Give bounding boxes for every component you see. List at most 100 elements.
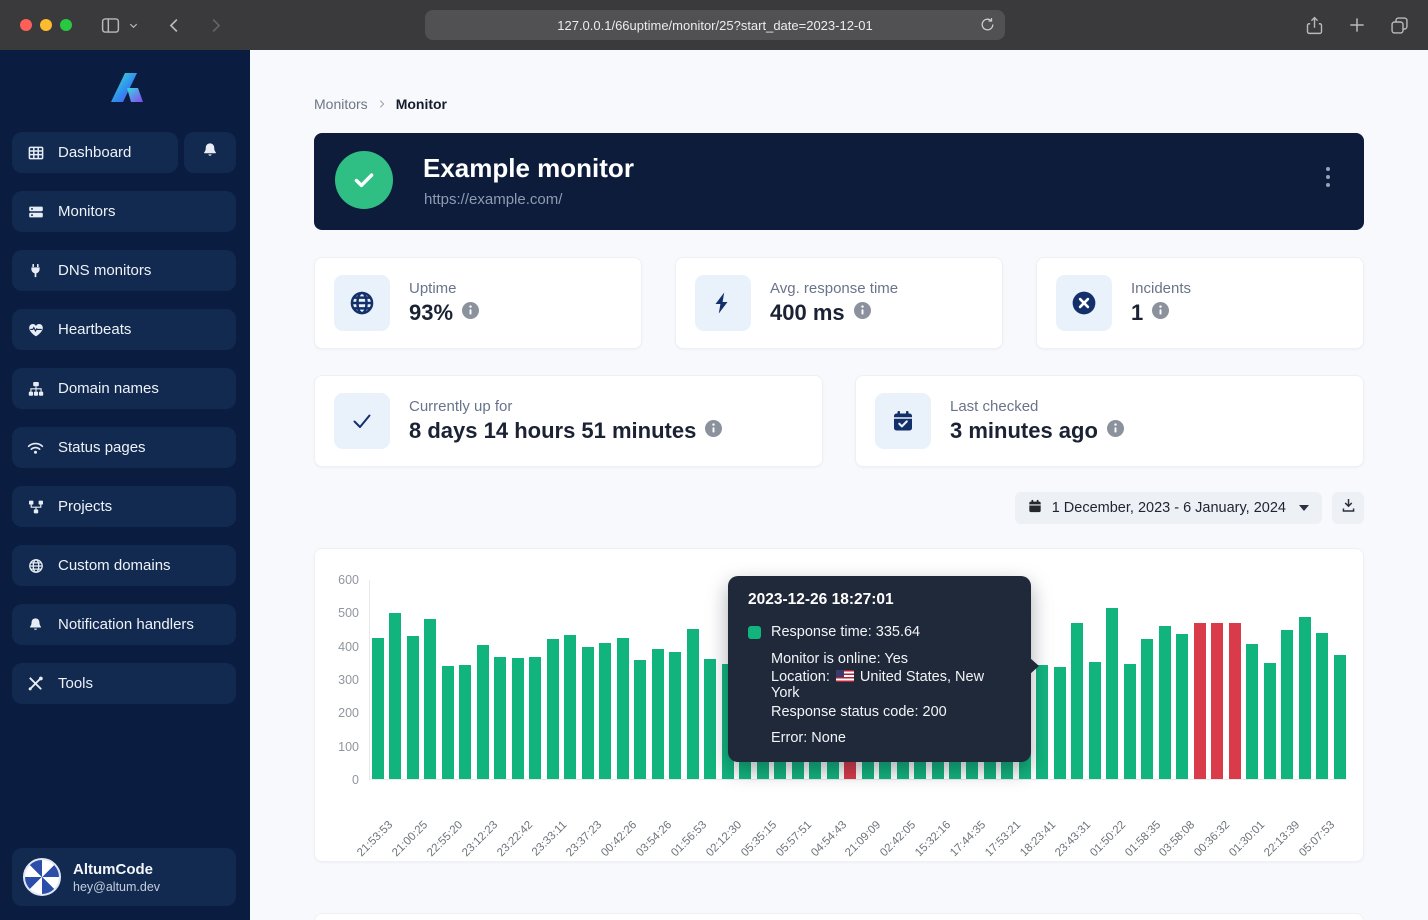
forward-button[interactable]: [206, 16, 225, 35]
window-controls: [20, 19, 72, 31]
chart-bar[interactable]: [669, 652, 681, 779]
sidebar-item-dns-monitors[interactable]: DNS monitors: [12, 250, 236, 291]
sidebar-item-status-pages[interactable]: Status pages: [12, 427, 236, 468]
x-tick-label: 02:12:30: [704, 819, 744, 859]
chart-bar[interactable]: [389, 613, 401, 779]
chart-bar[interactable]: [582, 647, 594, 779]
zoom-window-button[interactable]: [60, 19, 72, 31]
y-axis: 0100200300400500600: [315, 580, 359, 780]
info-icon[interactable]: [462, 302, 479, 324]
chart-bar[interactable]: [1036, 665, 1048, 779]
back-button[interactable]: [165, 16, 184, 35]
monitor-menu-button[interactable]: [1326, 167, 1330, 187]
chart-bar[interactable]: [652, 649, 664, 779]
share-icon[interactable]: [1304, 15, 1325, 36]
breadcrumb-monitors-link[interactable]: Monitors: [314, 96, 368, 112]
sidebar-toggle-icon[interactable]: [100, 15, 121, 36]
download-chart-button[interactable]: [1332, 492, 1364, 524]
chart-bar[interactable]: [599, 643, 611, 779]
info-icon[interactable]: [854, 302, 871, 324]
tooltip-online: Monitor is online: Yes: [771, 651, 908, 667]
chart-bar[interactable]: [704, 659, 716, 779]
chart-bar[interactable]: [1281, 630, 1293, 779]
app-logo[interactable]: [0, 50, 250, 132]
date-range-picker[interactable]: 1 December, 2023 - 6 January, 2024: [1015, 492, 1322, 524]
stat-label: Uptime: [409, 280, 479, 297]
tooltip-arrow: [1030, 658, 1039, 674]
chart-bar[interactable]: [1246, 644, 1258, 779]
chart-bar[interactable]: [687, 629, 699, 779]
sidebar-item-tools[interactable]: Tools: [12, 663, 236, 704]
chart-bar[interactable]: [617, 638, 629, 779]
chart-bar[interactable]: [459, 665, 471, 779]
sidebar-item-custom-domains[interactable]: Custom domains: [12, 545, 236, 586]
next-section-card: [314, 913, 1364, 920]
x-tick-label: 17:53:21: [983, 819, 1023, 859]
chart-bar[interactable]: [1106, 608, 1118, 779]
close-window-button[interactable]: [20, 19, 32, 31]
chart-bar[interactable]: [1054, 667, 1066, 779]
chart-bar[interactable]: [1159, 626, 1171, 779]
status-up-icon: [335, 151, 393, 209]
chart-bar[interactable]: [1264, 663, 1276, 779]
sidebar-item-heartbeats[interactable]: Heartbeats: [12, 309, 236, 350]
sidebar: Dashboard Monitors: [0, 50, 250, 920]
user-account[interactable]: AltumCode hey@altum.dev: [12, 848, 236, 906]
chart-bar[interactable]: [407, 636, 419, 779]
x-tick-label: 01:50:22: [1088, 819, 1128, 859]
info-icon[interactable]: [705, 420, 722, 442]
sidebar-item-notification-handlers[interactable]: Notification handlers: [12, 604, 236, 645]
bolt-icon: [695, 275, 751, 331]
chart-bar[interactable]: [442, 666, 454, 779]
chart-bar[interactable]: [1089, 662, 1101, 779]
chart-bar[interactable]: [1071, 623, 1083, 779]
diagram-project-icon: [27, 499, 44, 515]
sidebar-notifications-button[interactable]: [184, 132, 236, 173]
x-tick-label: 21:09:09: [844, 819, 884, 859]
dashboard-grid-icon: [27, 145, 44, 161]
x-tick-label: 01:58:35: [1123, 819, 1163, 859]
bell-icon: [27, 617, 44, 632]
info-icon[interactable]: [1152, 302, 1169, 324]
tooltip-location: Location: United States, New York: [771, 669, 1011, 701]
tab-overview-icon[interactable]: [1389, 15, 1410, 36]
chart-bar[interactable]: [1124, 664, 1136, 779]
chart-bar[interactable]: [529, 657, 541, 779]
chevron-down-icon[interactable]: [128, 20, 139, 31]
chart-bar[interactable]: [1334, 655, 1346, 779]
sidebar-item-monitors[interactable]: Monitors: [12, 191, 236, 232]
tooltip-title: 2023-12-26 18:27:01: [748, 591, 1011, 609]
avg-response-card: Avg. response time 400 ms: [675, 257, 1003, 349]
screen: 127.0.0.1/66uptime/monitor/25?start_date…: [0, 0, 1428, 920]
sidebar-item-label: Monitors: [58, 203, 116, 220]
minimize-window-button[interactable]: [40, 19, 52, 31]
chart-bar[interactable]: [424, 619, 436, 779]
chart-bar[interactable]: [477, 645, 489, 779]
chart-bar[interactable]: [564, 635, 576, 779]
address-bar[interactable]: 127.0.0.1/66uptime/monitor/25?start_date…: [425, 10, 1005, 40]
y-tick-label: 200: [315, 706, 359, 720]
chart-bar[interactable]: [1316, 633, 1328, 779]
chart-bar[interactable]: [1141, 639, 1153, 779]
monitor-url[interactable]: https://example.com/: [424, 191, 562, 208]
new-tab-icon[interactable]: [1347, 15, 1367, 35]
chart-bar[interactable]: [634, 660, 646, 779]
chart-bar[interactable]: [512, 658, 524, 779]
sidebar-item-dashboard[interactable]: Dashboard: [12, 132, 178, 173]
chart-bar[interactable]: [1229, 623, 1241, 779]
chart-bar[interactable]: [372, 638, 384, 779]
chart-bar[interactable]: [1211, 623, 1223, 779]
info-icon[interactable]: [1107, 420, 1124, 442]
sidebar-item-label: Custom domains: [58, 557, 171, 574]
chart-bar[interactable]: [1194, 623, 1206, 779]
tools-icon: [27, 676, 44, 691]
chart-bar[interactable]: [494, 657, 506, 779]
reload-icon[interactable]: [979, 16, 996, 36]
chart-bar[interactable]: [1299, 617, 1311, 779]
chart-bar[interactable]: [547, 639, 559, 779]
chart-bar[interactable]: [1176, 634, 1188, 779]
sidebar-item-label: Heartbeats: [58, 321, 131, 338]
tooltip-status-code: Response status code: 200: [771, 704, 947, 720]
sidebar-item-domain-names[interactable]: Domain names: [12, 368, 236, 409]
sidebar-item-projects[interactable]: Projects: [12, 486, 236, 527]
